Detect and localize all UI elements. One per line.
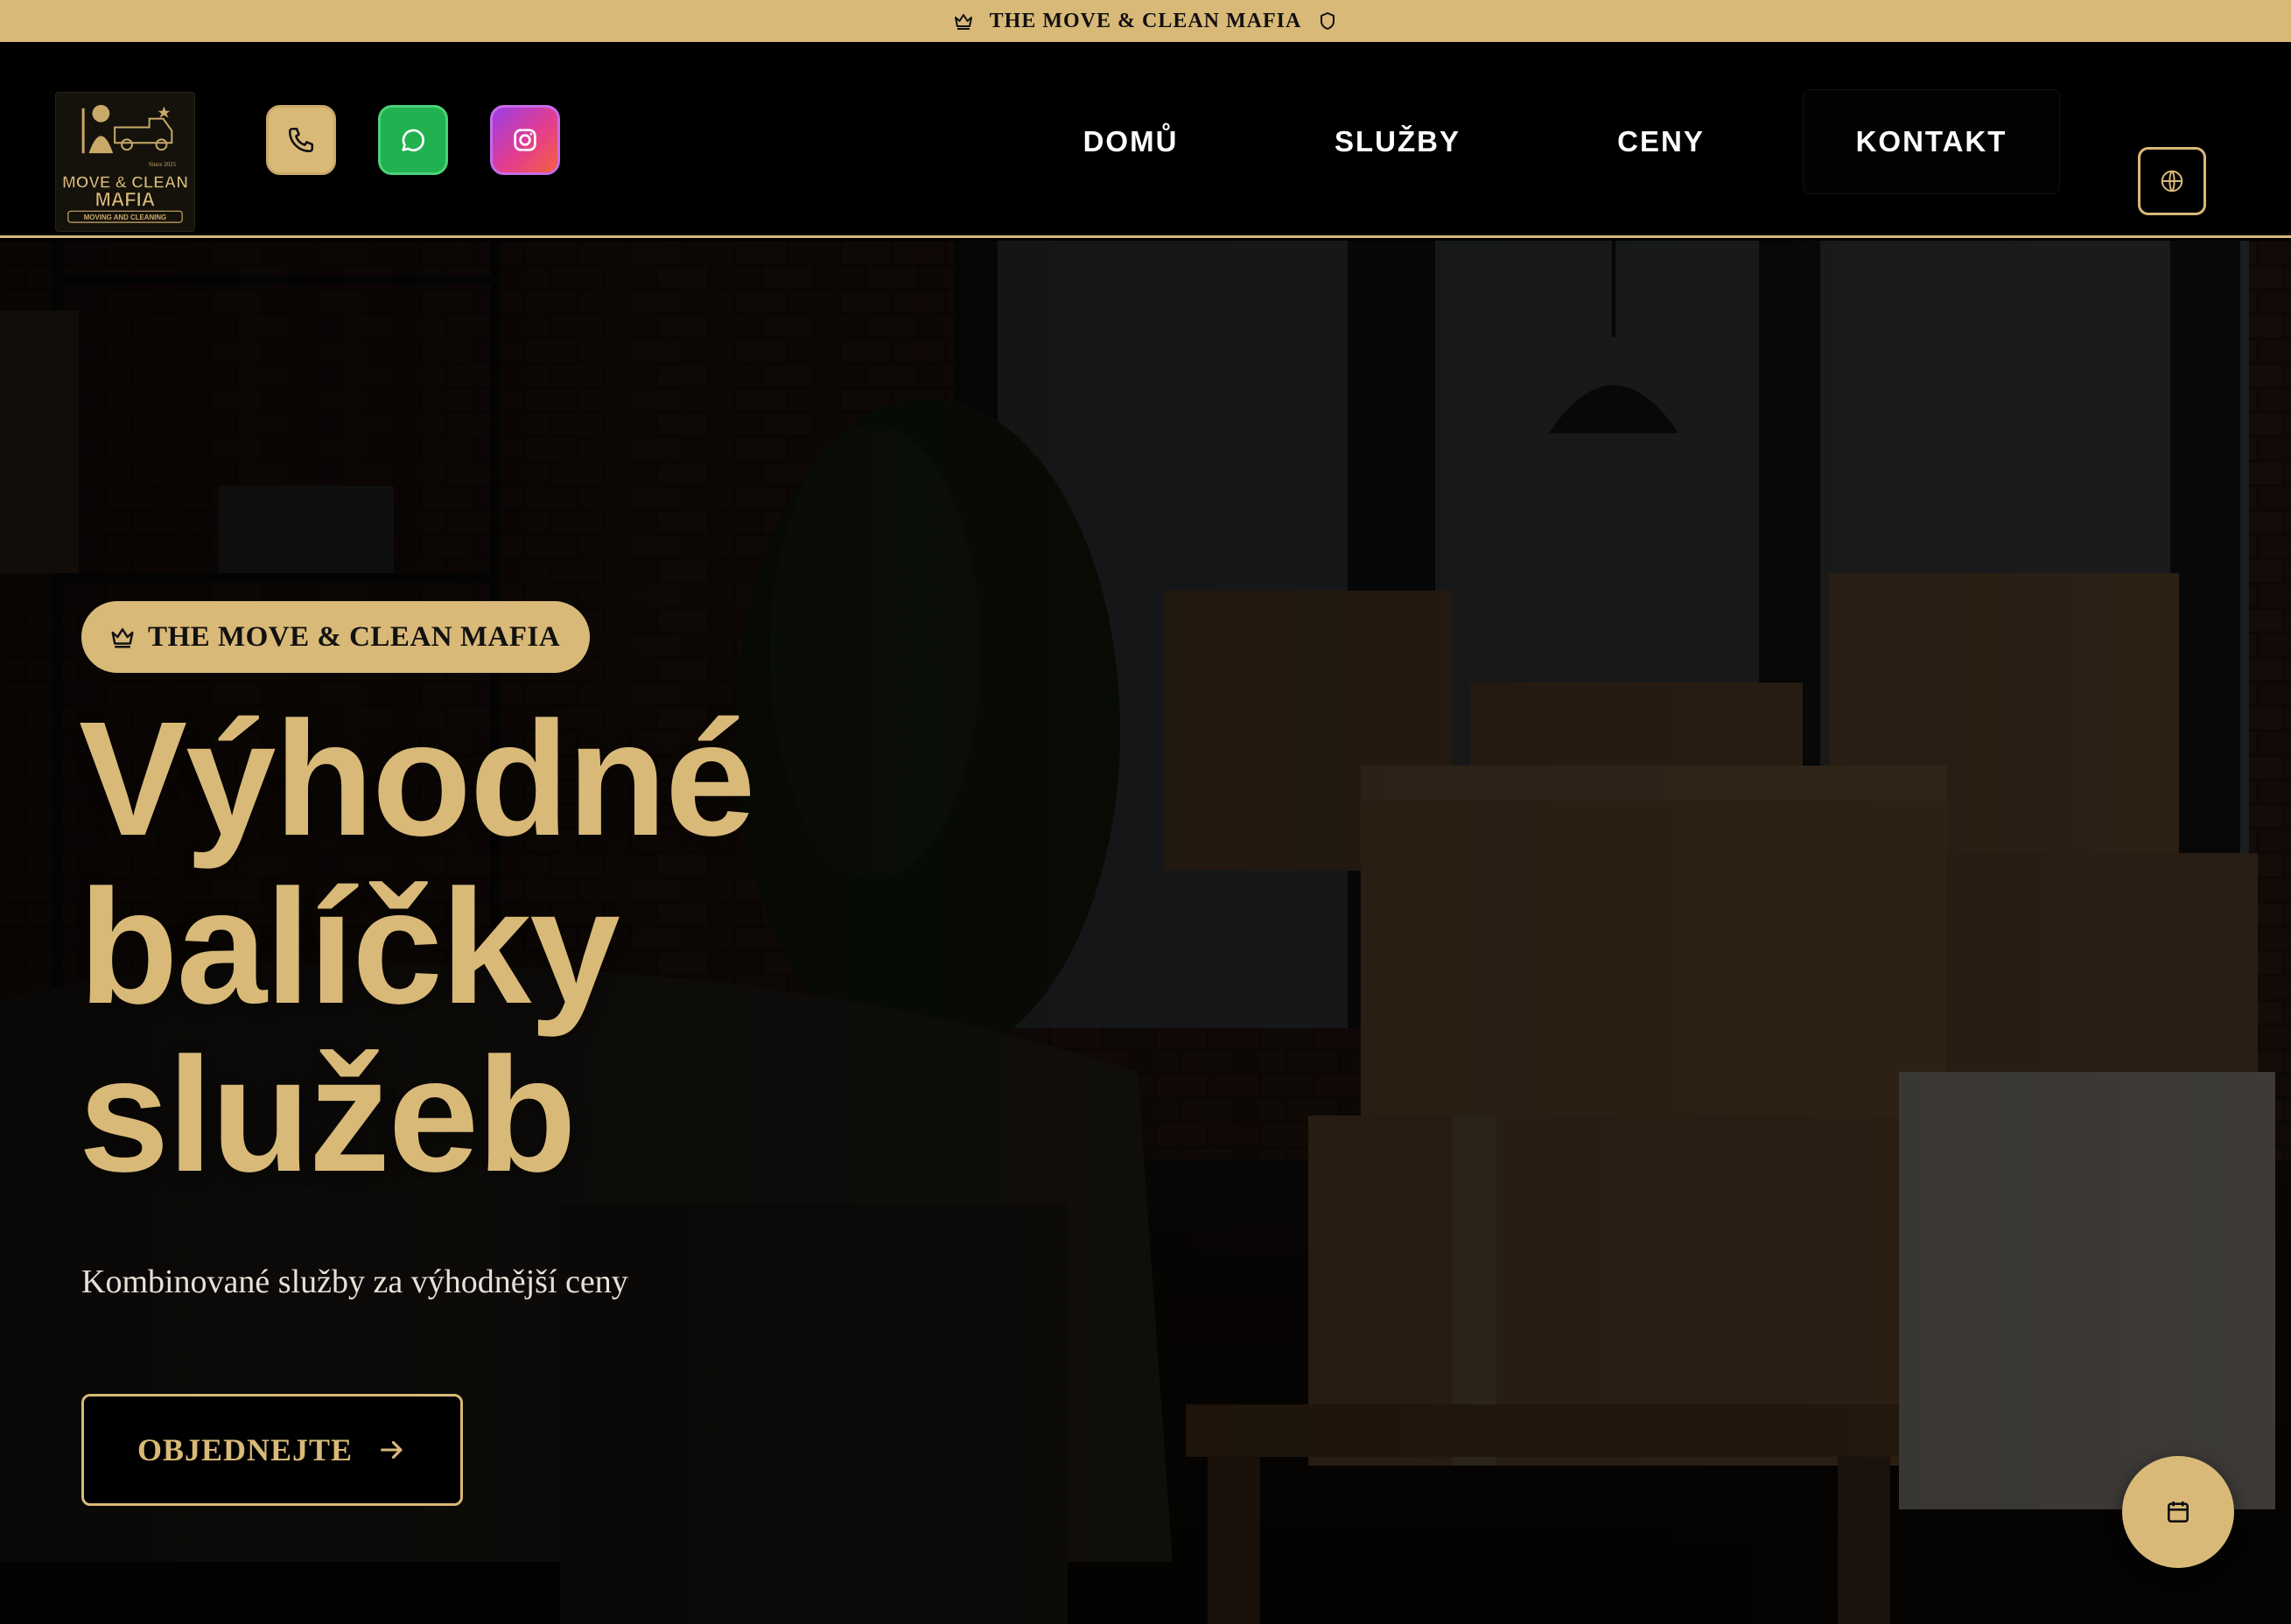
language-button[interactable] — [2138, 147, 2206, 215]
order-button[interactable]: OBJEDNEJTE — [81, 1394, 463, 1506]
nav-item-contact[interactable]: KONTAKT — [1803, 89, 2060, 194]
whatsapp-button[interactable] — [378, 105, 448, 175]
crown-icon — [111, 628, 134, 648]
nav-item-prices[interactable]: CENY — [1584, 89, 1738, 194]
top-banner: THE MOVE & CLEAN MAFIA — [0, 0, 2291, 42]
phone-icon — [288, 127, 314, 153]
whatsapp-icon — [402, 129, 424, 151]
logo[interactable]: Since 2025 MOVE & CLEAN MAFIA MOVING AND… — [55, 92, 195, 232]
svg-text:MOVING AND CLEANING: MOVING AND CLEANING — [84, 214, 166, 221]
hero-badge-text: THE MOVE & CLEAN MAFIA — [148, 620, 561, 653]
hero-section: THE MOVE & CLEAN MAFIA Výhodné balíčky s… — [0, 241, 2291, 1624]
crown-icon — [954, 14, 972, 30]
order-button-label: OBJEDNEJTE — [137, 1432, 354, 1467]
hero-title-line-1: Výhodné — [79, 689, 755, 870]
booking-fab-button[interactable] — [2122, 1456, 2234, 1568]
calendar-icon — [2168, 1502, 2189, 1522]
svg-text:MAFIA: MAFIA — [95, 188, 156, 210]
instagram-button[interactable] — [490, 105, 560, 175]
nav-item-home[interactable]: DOMŮ — [1050, 89, 1211, 194]
top-banner-text: THE MOVE & CLEAN MAFIA — [989, 9, 1302, 32]
hero-title-line-2: balíčky — [79, 857, 620, 1038]
nav-item-services[interactable]: SLUŽBY — [1304, 89, 1491, 194]
hero-title-line-3: služeb — [79, 1025, 577, 1206]
logo-graphic: Since 2025 MOVE & CLEAN MAFIA MOVING AND… — [56, 93, 194, 231]
site-header: Since 2025 MOVE & CLEAN MAFIA MOVING AND… — [0, 42, 2291, 238]
hero-title: Výhodné balíčky služeb — [79, 696, 1041, 1200]
instagram-icon — [514, 129, 536, 151]
globe-icon — [2161, 170, 2183, 192]
shield-icon — [1321, 12, 1335, 30]
hero-subtitle: Kombinované služby za výhodnější ceny — [81, 1264, 628, 1300]
phone-button[interactable] — [266, 105, 336, 175]
svg-text:Since 2025: Since 2025 — [149, 162, 176, 168]
hero-badge: THE MOVE & CLEAN MAFIA — [81, 601, 591, 673]
arrow-right-icon — [381, 1440, 403, 1460]
